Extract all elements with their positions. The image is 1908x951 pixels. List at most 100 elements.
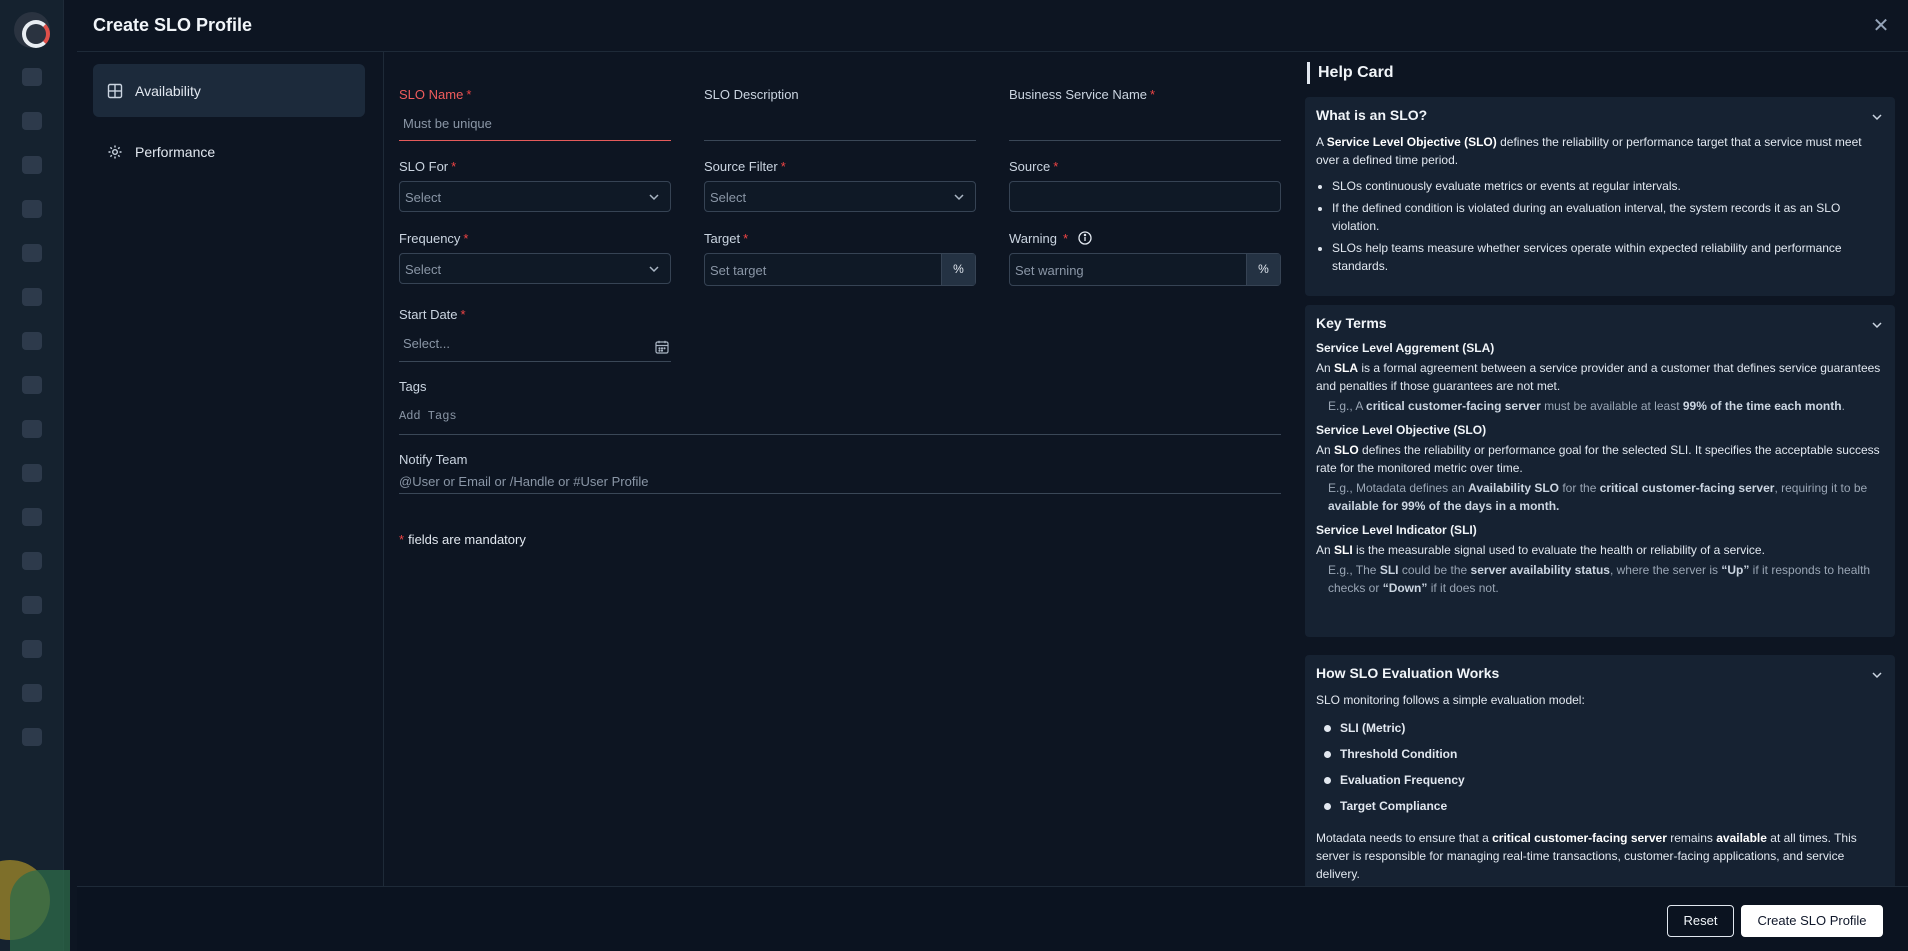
slo-for-label: SLO For * xyxy=(399,159,457,174)
tags-label: Tags xyxy=(399,379,427,394)
what-is-slo-title: What is an SLO? xyxy=(1316,107,1428,123)
source-input[interactable] xyxy=(1009,181,1281,212)
tags-underline xyxy=(399,434,1281,435)
rail-report-icon xyxy=(22,464,42,482)
source-label: Source * xyxy=(1009,159,1059,174)
sli-heading: Service Level Indicator (SLI) xyxy=(1316,523,1477,537)
frequency-value: Select xyxy=(405,262,442,277)
target-input[interactable]: Set target % xyxy=(704,253,976,286)
list-item: SLOs help teams measure whether services… xyxy=(1332,239,1884,275)
rail-topology-icon xyxy=(22,288,42,306)
rail-dashboard-icon xyxy=(22,68,42,86)
business-service-name-input[interactable] xyxy=(1009,140,1281,141)
how-slo-outro: Motadata needs to ensure that a critical… xyxy=(1316,831,1857,881)
slo-name-label: SLO Name * xyxy=(399,87,472,102)
slo-example: E.g., Motadata defines an Availability S… xyxy=(1328,481,1868,513)
app-logo xyxy=(14,12,50,48)
reset-button[interactable]: Reset xyxy=(1667,905,1734,937)
key-terms-card[interactable]: Key Terms Service Level Aggrement (SLA) … xyxy=(1305,305,1895,637)
sidebar-item-label: Availability xyxy=(135,82,201,99)
app-rail xyxy=(0,0,70,951)
start-date-underline xyxy=(399,361,671,362)
rail-settings-icon xyxy=(22,728,42,746)
start-date-label: Start Date * xyxy=(399,307,466,322)
slo-description-label: SLO Description xyxy=(704,87,799,102)
sidebar-item-availability[interactable]: Availability xyxy=(93,64,365,117)
business-service-name-label: Business Service Name * xyxy=(1009,87,1156,102)
rail-list-icon xyxy=(22,244,42,262)
sli-description: An SLI is the measurable signal used to … xyxy=(1316,543,1765,557)
notify-team-input[interactable]: @User or Email or /Handle or #User Profi… xyxy=(399,474,648,489)
slo-form: SLO Name * Must be unique SLO Description… xyxy=(399,52,1344,886)
create-slo-profile-button[interactable]: Create SLO Profile xyxy=(1741,905,1883,937)
how-slo-works-card[interactable]: How SLO Evaluation Works SLO monitoring … xyxy=(1305,655,1895,886)
key-terms-title: Key Terms xyxy=(1316,315,1387,331)
slo-heading: Service Level Objective (SLO) xyxy=(1316,423,1487,437)
frequency-label: Frequency * xyxy=(399,231,469,246)
list-item: SLOs continuously evaluate metrics or ev… xyxy=(1332,177,1884,195)
slo-name-underline xyxy=(399,140,671,141)
list-item: Threshold Condition xyxy=(1316,741,1884,767)
chevron-down-icon xyxy=(953,191,965,203)
modal-footer: Reset Create SLO Profile xyxy=(77,886,1908,951)
calendar-icon[interactable] xyxy=(655,340,669,359)
sla-description: An SLA is a formal agreement between a s… xyxy=(1316,361,1881,393)
what-is-slo-bullets: SLOs continuously evaluate metrics or ev… xyxy=(1316,177,1884,275)
list-item: Target Compliance xyxy=(1316,793,1884,819)
rail-network-icon xyxy=(22,200,42,218)
gear-icon xyxy=(107,144,123,160)
modal-title: Create SLO Profile xyxy=(93,15,253,35)
chevron-down-icon[interactable] xyxy=(1871,669,1883,681)
info-icon[interactable] xyxy=(1077,231,1092,248)
create-slo-modal: Create SLO Profile ✕ Availability Perfor… xyxy=(77,0,1908,951)
rail-metrics-icon xyxy=(22,420,42,438)
list-item: SLI (Metric) xyxy=(1316,715,1884,741)
rail-alert-icon xyxy=(22,156,42,174)
start-date-input[interactable]: Select... xyxy=(403,336,450,351)
chevron-down-icon xyxy=(648,191,660,203)
notify-team-label: Notify Team xyxy=(399,452,468,467)
warning-placeholder: Set warning xyxy=(1015,263,1084,278)
rail-monitor-icon xyxy=(22,112,42,130)
chevron-down-icon xyxy=(648,263,660,275)
chevron-down-icon[interactable] xyxy=(1871,319,1883,331)
rail-logs-icon xyxy=(22,376,42,394)
mandatory-note: * fields are mandatory xyxy=(399,532,526,547)
what-is-slo-intro: A Service Level Objective (SLO) defines … xyxy=(1316,135,1862,167)
slo-description-input[interactable] xyxy=(704,140,976,141)
source-filter-label: Source Filter * xyxy=(704,159,786,174)
frequency-select[interactable]: Select xyxy=(399,253,671,284)
close-icon[interactable]: ✕ xyxy=(1871,16,1891,36)
modal-header: Create SLO Profile ✕ xyxy=(77,0,1908,52)
how-slo-intro: SLO monitoring follows a simple evaluati… xyxy=(1316,693,1585,707)
list-item: Evaluation Frequency xyxy=(1316,767,1884,793)
target-percent-suffix: % xyxy=(941,254,975,285)
what-is-slo-card[interactable]: What is an SLO? A Service Level Objectiv… xyxy=(1305,97,1895,296)
slo-name-input[interactable]: Must be unique xyxy=(403,116,492,131)
tags-input[interactable]: Add Tags xyxy=(399,409,457,423)
warning-label: Warning * xyxy=(1009,231,1092,248)
rail-screen-icon xyxy=(22,508,42,526)
slo-for-select[interactable]: Select xyxy=(399,181,671,212)
notify-team-underline xyxy=(399,493,1281,494)
source-filter-select[interactable]: Select xyxy=(704,181,976,212)
rail-avatar-blur-2 xyxy=(10,870,70,951)
sla-example: E.g., A critical customer-facing server … xyxy=(1328,399,1845,413)
warning-input[interactable]: Set warning % xyxy=(1009,253,1281,286)
sla-heading: Service Level Aggrement (SLA) xyxy=(1316,341,1495,355)
rail-users-icon xyxy=(22,596,42,614)
rail-inbox-icon xyxy=(22,552,42,570)
sidebar-item-performance[interactable]: Performance xyxy=(93,125,365,178)
help-panel: Help Card What is an SLO? A Service Leve… xyxy=(1305,52,1901,886)
rail-doc-icon xyxy=(22,684,42,702)
warning-percent-suffix: % xyxy=(1246,254,1280,285)
sli-example: E.g., The SLI could be the server availa… xyxy=(1328,563,1871,595)
slo-description: An SLO defines the reliability or perfor… xyxy=(1316,443,1880,475)
slo-type-sidebar: Availability Performance xyxy=(93,64,365,186)
sidebar-divider xyxy=(383,52,384,886)
sidebar-item-label: Performance xyxy=(135,143,216,160)
chevron-down-icon[interactable] xyxy=(1871,111,1883,123)
how-slo-works-title: How SLO Evaluation Works xyxy=(1316,665,1500,681)
target-label: Target * xyxy=(704,231,749,246)
help-card-title: Help Card xyxy=(1307,62,1394,84)
